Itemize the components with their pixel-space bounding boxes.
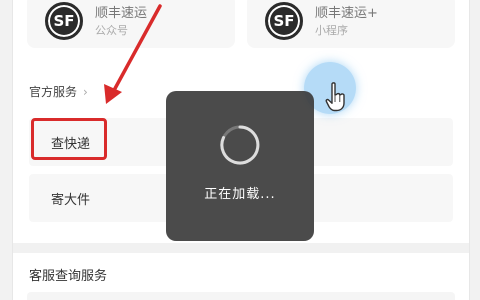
service-label: 寄大件 [51, 192, 91, 208]
sf-mini-program-card[interactable]: SF 顺丰速运+ 小程序 [247, 0, 455, 48]
chevron-right-icon: › [83, 84, 88, 99]
sf-official-account-card[interactable]: SF 顺丰速运 公众号 [27, 0, 235, 48]
card-text: 顺丰速运 公众号 [95, 5, 147, 38]
next-card-edge [27, 292, 455, 300]
sf-account-cards: SF 顺丰速运 公众号 SF 顺丰速运+ 小程序 [27, 0, 455, 48]
card-name: 顺丰速运+ [315, 5, 378, 21]
card-subtitle: 公众号 [95, 23, 128, 37]
sf-logo-icon: SF [265, 2, 303, 40]
sf-logo-icon: SF [45, 2, 83, 40]
loading-toast: 正在加载... [166, 91, 314, 241]
highlight-box-annotation [31, 118, 107, 160]
official-services-header[interactable]: 官方服务 › [29, 83, 88, 100]
loading-spinner-icon [220, 125, 260, 165]
section-title: 官方服务 [29, 85, 78, 99]
loading-text: 正在加载... [204, 187, 276, 202]
card-subtitle: 小程序 [315, 23, 348, 37]
card-name: 顺丰速运 [95, 5, 148, 21]
card-text: 顺丰速运+ 小程序 [315, 5, 378, 38]
section-divider [13, 243, 469, 253]
customer-service-title: 客服查询服务 [29, 269, 108, 284]
hand-pointer-icon [325, 82, 345, 112]
